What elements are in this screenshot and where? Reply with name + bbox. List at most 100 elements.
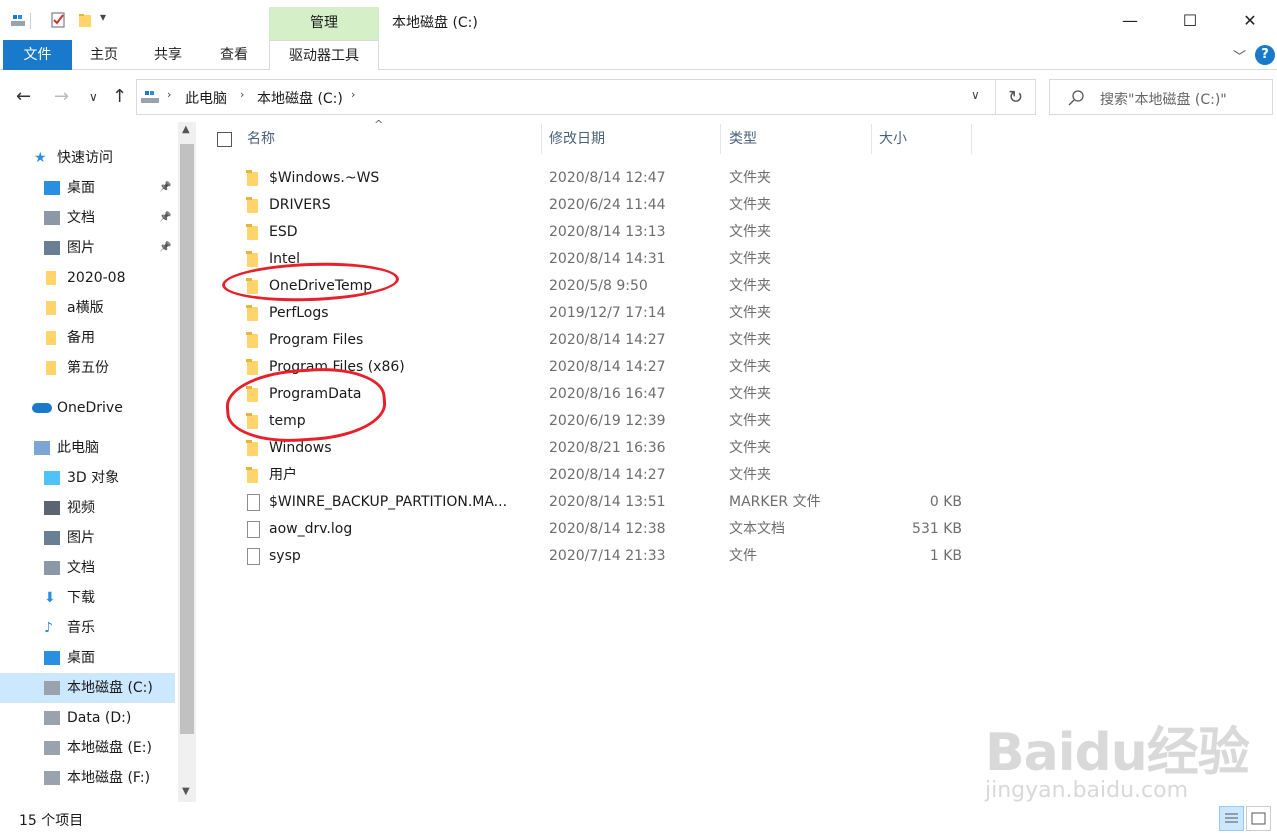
file-row[interactable]: ESD 2020/8/14 13:13 文件夹 [200,219,980,246]
tab-share[interactable]: 共享 [140,40,196,70]
tab-drive-tools[interactable]: 驱动器工具 [269,40,379,70]
file-row[interactable]: $Windows.~WS 2020/8/14 12:47 文件夹 [200,165,980,192]
windows-drive-icon [44,681,60,695]
file-type: 文件夹 [729,305,771,321]
file-row[interactable]: aow_drv.log 2020/8/14 12:38 文本文档 531 KB [200,516,980,543]
file-row[interactable]: OneDriveTemp 2020/5/8 9:50 文件夹 [200,273,980,300]
file-name: temp [269,413,306,429]
sidebar-item[interactable]: 文档 [0,553,175,583]
sidebar-item[interactable]: 桌面 📌 [0,173,175,203]
column-header-type[interactable]: 类型 [729,122,869,156]
file-name: $WINRE_BACKUP_PARTITION.MA... [269,494,508,510]
scrollbar-thumb[interactable] [180,144,194,734]
close-button[interactable]: ✕ [1220,0,1277,40]
tab-file[interactable]: 文件 [3,40,72,70]
file-size: 0 KB [929,494,962,510]
file-date: 2020/6/19 12:39 [549,413,666,429]
folder-icon [246,251,258,267]
search-input[interactable]: 搜索"本地磁盘 (C:)" [1049,79,1273,115]
navigation-scrollbar[interactable]: ▲ ▼ [178,122,196,802]
cube-icon [44,471,60,485]
navigation-pane: ★ 快速访问 桌面 📌 文档 📌 图片 📌 2020-08 a横版 备用 第五份 OneDrive 此电脑… [0,122,178,802]
address-bar[interactable]: › 此电脑 › 本地磁盘 (C:) › ∨ [136,79,996,115]
new-folder-icon[interactable] [77,12,93,28]
folder-icon [246,332,258,348]
select-all-checkbox[interactable] [217,132,232,147]
sidebar-item-label: 桌面 [67,650,95,666]
forward-arrow-icon[interactable]: → [54,86,69,107]
chevron-right-icon[interactable]: › [167,88,171,101]
sidebar-item[interactable]: ⬇ 下载 [0,583,175,613]
file-row[interactable]: DRIVERS 2020/6/24 11:44 文件夹 [200,192,980,219]
breadcrumb-this-pc[interactable]: 此电脑 [185,88,227,108]
sidebar-item[interactable]: 图片 📌 [0,233,175,263]
scroll-down-icon[interactable]: ▼ [182,786,190,797]
sidebar-item[interactable]: 第五份 [0,353,175,383]
sidebar-item[interactable]: 本地磁盘 (F:) [0,763,175,793]
file-row[interactable]: $WINRE_BACKUP_PARTITION.MA... 2020/8/14 1… [200,489,980,516]
file-type: 文件夹 [729,359,771,375]
column-divider[interactable] [971,124,972,154]
sidebar-item[interactable]: 3D 对象 [0,463,175,493]
sidebar-item[interactable]: 本地磁盘 (E:) [0,733,175,763]
column-header-name[interactable]: 名称 [247,122,537,156]
tab-home[interactable]: 主页 [76,40,132,70]
column-divider[interactable] [871,124,872,154]
column-divider[interactable] [720,124,721,154]
sidebar-item[interactable]: 本地磁盘 (C:) [0,673,175,703]
up-arrow-icon[interactable]: ↑ [112,86,127,107]
breadcrumb-local-disk[interactable]: 本地磁盘 (C:) [257,88,343,108]
download-icon: ⬇ [44,590,56,606]
sidebar-item[interactable]: 此电脑 [0,433,175,463]
file-row[interactable]: Program Files 2020/8/14 14:27 文件夹 [200,327,980,354]
sidebar-item[interactable]: 备用 [0,323,175,353]
file-name: Program Files [269,332,364,348]
sidebar-item[interactable]: 图片 [0,523,175,553]
sidebar-item[interactable]: 文档 📌 [0,203,175,233]
drive-icon[interactable] [10,12,26,28]
customize-qat-icon[interactable]: ▾ [100,10,116,26]
search-icon [1068,90,1084,106]
help-icon[interactable]: ? [1255,45,1275,65]
column-divider[interactable] [541,124,542,154]
sidebar-item[interactable]: 视频 [0,493,175,523]
file-row[interactable]: ProgramData 2020/8/16 16:47 文件夹 [200,381,980,408]
minimize-button[interactable]: — [1100,0,1160,40]
sidebar-item[interactable]: a横版 [0,293,175,323]
drive-icon [44,711,60,725]
sidebar-item[interactable]: ★ 快速访问 [0,143,175,173]
details-view-icon [1225,813,1238,823]
file-row[interactable]: Program Files (x86) 2020/8/14 14:27 文件夹 [200,354,980,381]
file-row[interactable]: PerfLogs 2019/12/7 17:14 文件夹 [200,300,980,327]
sidebar-item[interactable]: 2020-08 [0,263,175,293]
back-arrow-icon[interactable]: ← [16,86,31,107]
sidebar-item[interactable]: ♪ 音乐 [0,613,175,643]
computer-icon [34,441,50,455]
file-row[interactable]: Windows 2020/8/21 16:36 文件夹 [200,435,980,462]
sidebar-item[interactable]: Data (D:) [0,703,175,733]
chevron-right-icon[interactable]: › [351,88,355,101]
qat-separator [30,13,31,29]
file-row[interactable]: 用户 2020/8/14 14:27 文件夹 [200,462,980,489]
refresh-button[interactable]: ↻ [996,79,1036,115]
file-row[interactable]: sysp 2020/7/14 21:33 文件 1 KB [200,543,980,570]
sidebar-item-label: Data (D:) [67,710,132,726]
file-row[interactable]: Intel 2020/8/14 14:31 文件夹 [200,246,980,273]
column-header-size[interactable]: 大小 [879,122,969,156]
sidebar-item[interactable]: OneDrive [0,393,175,423]
column-header-date[interactable]: 修改日期 [549,122,719,156]
file-row[interactable]: temp 2020/6/19 12:39 文件夹 [200,408,980,435]
maximize-button[interactable]: ☐ [1160,0,1220,40]
tab-view[interactable]: 查看 [206,40,262,70]
pin-icon: 📌 [159,182,172,193]
recent-locations-icon[interactable]: ∨ [89,90,98,104]
file-name: ESD [269,224,298,240]
expand-ribbon-icon[interactable]: ﹀ [1233,46,1246,65]
chevron-right-icon[interactable]: › [240,88,244,101]
chevron-down-icon[interactable]: ∨ [971,88,980,102]
pin-icon: 📌 [159,242,172,253]
manage-tab[interactable]: 管理 [269,7,379,40]
properties-icon[interactable] [50,12,66,28]
sidebar-item[interactable]: 桌面 [0,643,175,673]
scroll-up-icon[interactable]: ▲ [182,124,190,135]
